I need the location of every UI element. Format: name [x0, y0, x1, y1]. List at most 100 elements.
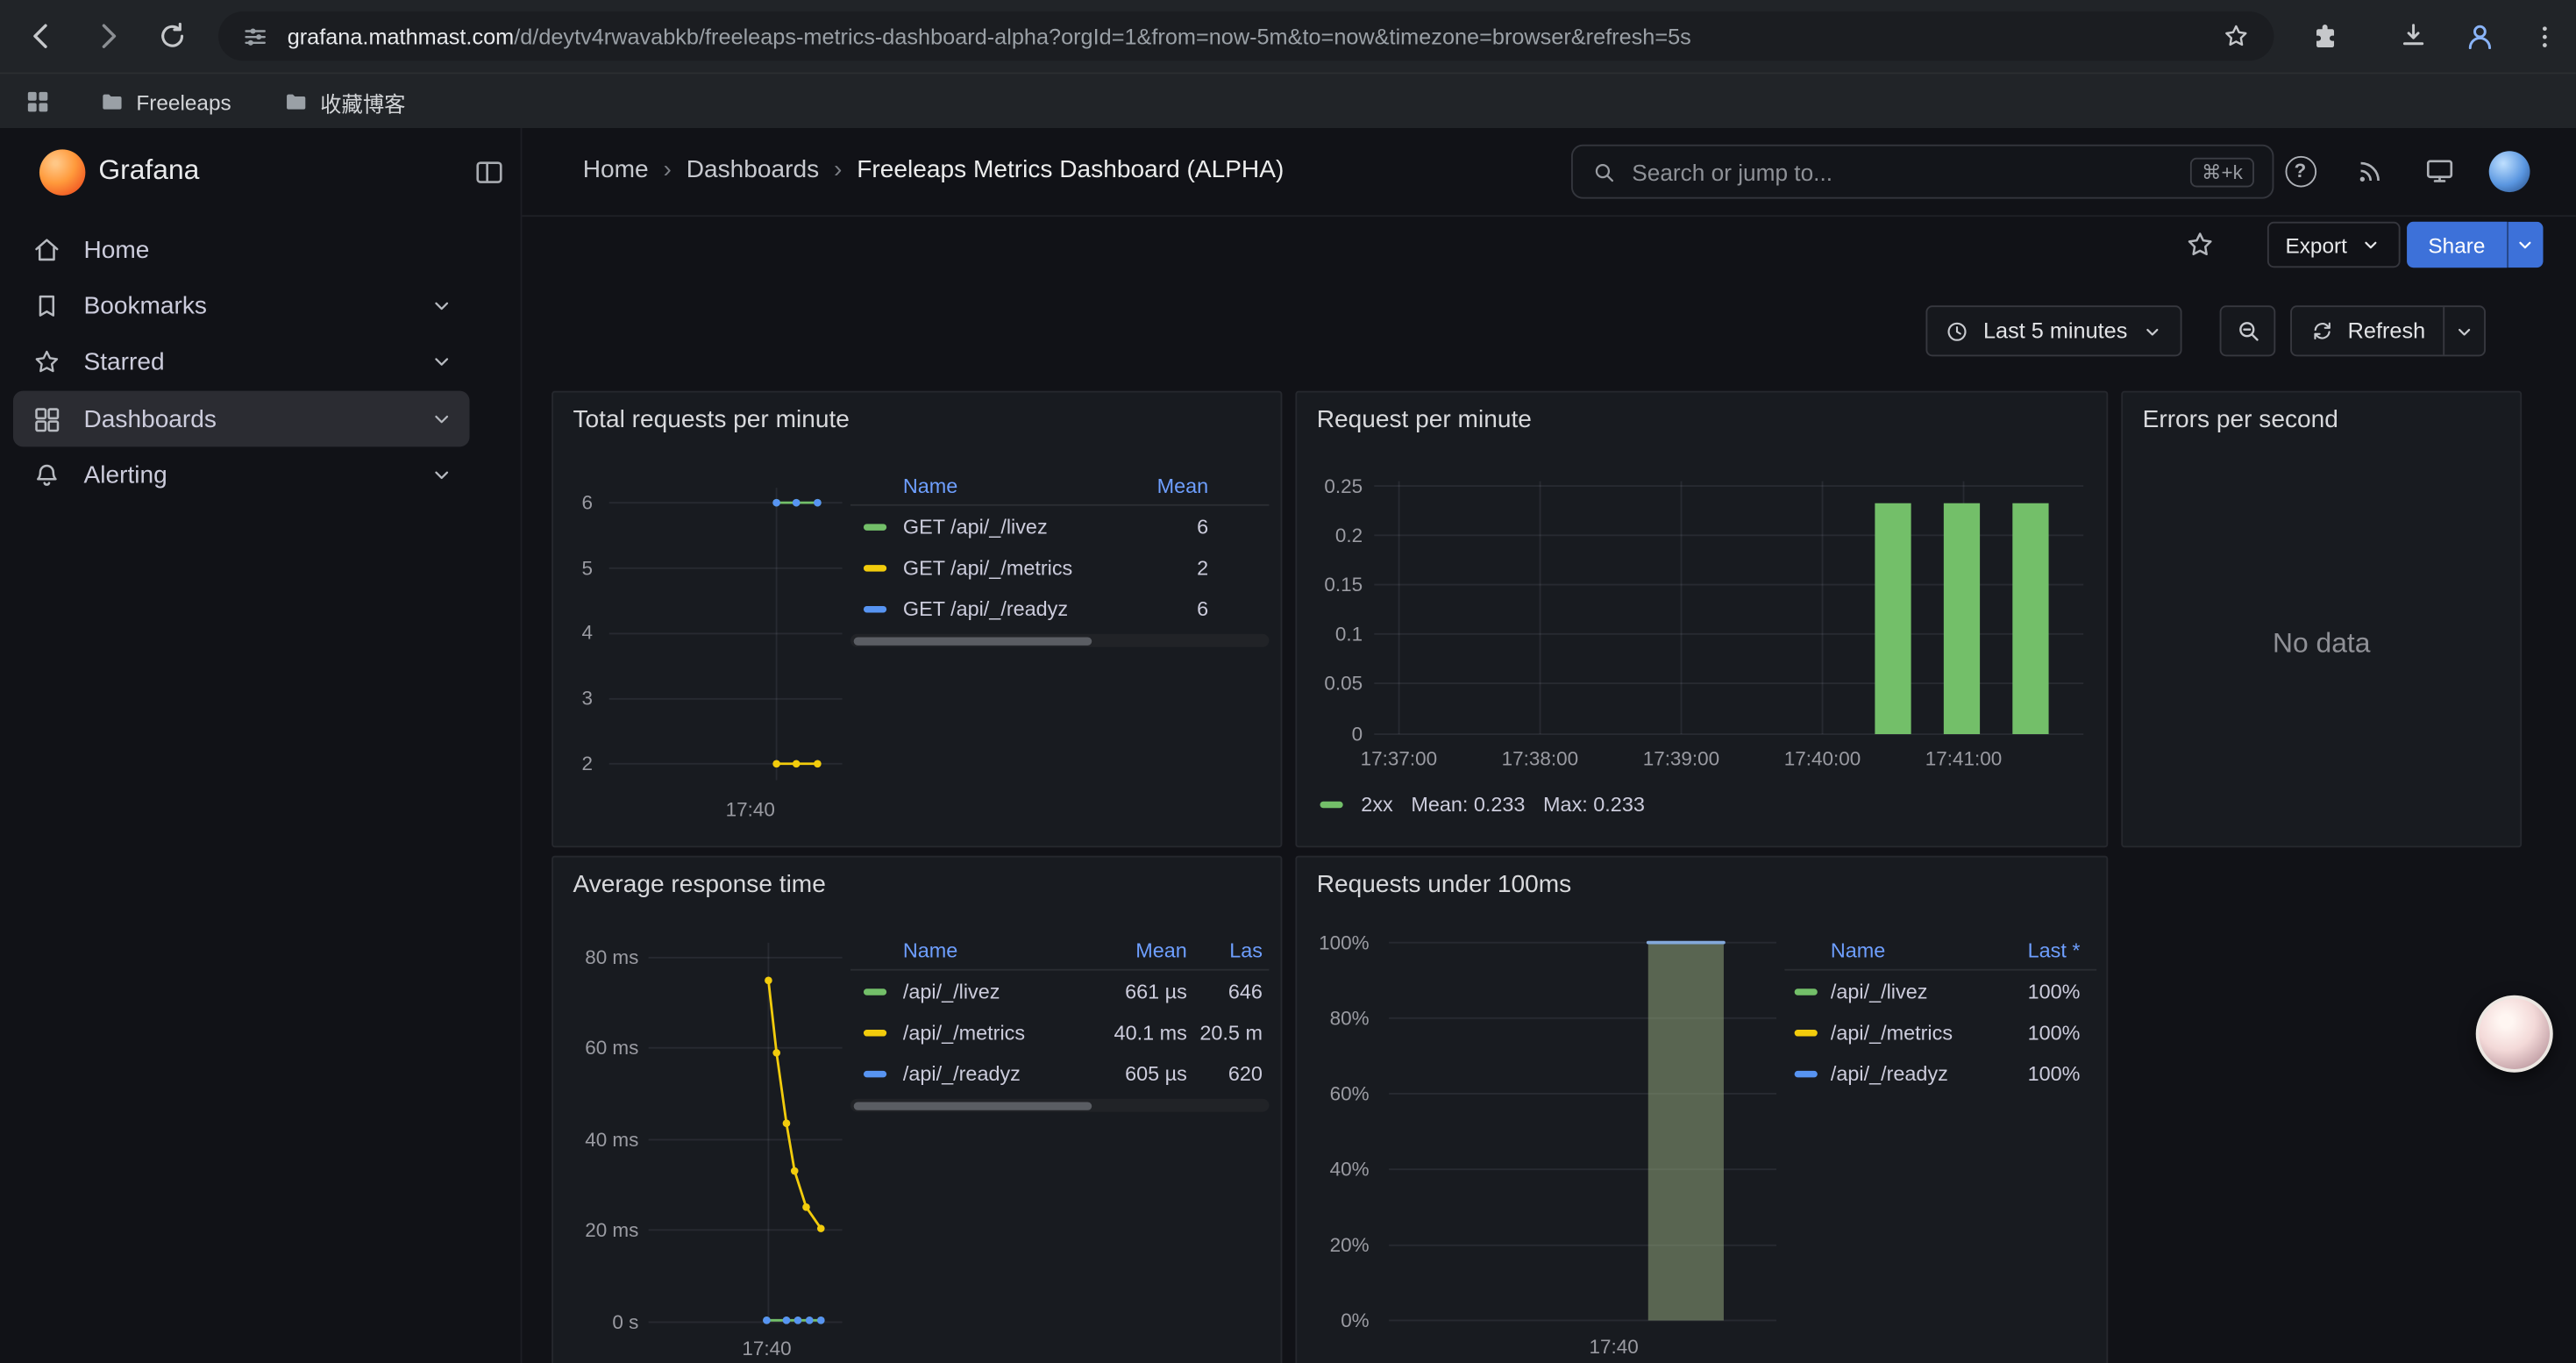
- legend-header-mean[interactable]: Mean: [1114, 475, 1209, 497]
- refresh-interval-caret[interactable]: [2445, 307, 2485, 354]
- site-info-icon[interactable]: [241, 22, 269, 50]
- bookmark-star-icon[interactable]: [2221, 21, 2251, 51]
- sidebar-collapse-icon[interactable]: [473, 156, 505, 189]
- user-avatar[interactable]: [2489, 151, 2530, 192]
- panel-title[interactable]: Request per minute: [1317, 406, 1532, 434]
- series-label[interactable]: /api/_/livez: [903, 980, 1092, 1003]
- x-axis-tick: 17:38:00: [1483, 747, 1598, 770]
- series-label[interactable]: GET /api/_/livez: [903, 515, 1114, 538]
- breadcrumb-dashboards[interactable]: Dashboards: [687, 156, 819, 184]
- no-data-message: No data: [2123, 442, 2520, 846]
- bar-chart[interactable]: [1389, 933, 1776, 1321]
- legend-header-last[interactable]: Las: [1187, 939, 1263, 962]
- legend-header-mean[interactable]: Mean: [1092, 939, 1187, 962]
- url-bar[interactable]: grafana.mathmast.com/d/deytv4rwavabkb/fr…: [218, 11, 2274, 61]
- scrollbar-thumb[interactable]: [854, 637, 1092, 645]
- legend-header-last[interactable]: Last *: [1989, 939, 2081, 962]
- series-label[interactable]: 2xx: [1361, 793, 1392, 816]
- series-mean: 6: [1114, 597, 1209, 620]
- share-menu-caret[interactable]: [2507, 222, 2543, 268]
- favorite-star-icon[interactable]: [2183, 228, 2216, 260]
- sidebar-item-dashboards[interactable]: Dashboards: [13, 391, 470, 447]
- panel-title[interactable]: Requests under 100ms: [1317, 870, 1571, 898]
- legend-header-name[interactable]: Name: [903, 939, 1092, 962]
- legend-row: /api/_/metrics 40.1 ms 20.5 m: [850, 1011, 1269, 1053]
- extensions-icon[interactable]: [2305, 17, 2345, 56]
- sidebar-item-bookmarks[interactable]: Bookmarks: [13, 277, 470, 333]
- series-label[interactable]: /api/_/metrics: [903, 1021, 1092, 1044]
- legend-header: Name Mean Las: [850, 933, 1269, 971]
- bell-icon: [32, 459, 63, 490]
- reload-button[interactable]: [153, 17, 192, 56]
- series-label[interactable]: /api/_/livez: [1831, 980, 1989, 1003]
- chevron-down-icon[interactable]: [429, 292, 455, 318]
- panel-title[interactable]: Errors per second: [2143, 406, 2338, 434]
- bookmark-folder-blogs[interactable]: 收藏博客: [282, 85, 405, 118]
- series-last: 646: [1187, 980, 1263, 1003]
- series-label[interactable]: /api/_/readyz: [1831, 1062, 1989, 1085]
- series-swatch: [1795, 1070, 1818, 1076]
- time-range-picker[interactable]: Last 5 minutes: [1925, 305, 2181, 356]
- sidebar-item-label: Bookmarks: [83, 291, 206, 319]
- url-text: grafana.mathmast.com/d/deytv4rwavabkb/fr…: [288, 24, 2209, 48]
- x-axis-tick: 17:39:00: [1624, 747, 1739, 770]
- profile-icon[interactable]: [2459, 17, 2499, 56]
- grafana-logo[interactable]: [39, 149, 85, 195]
- breadcrumb-home[interactable]: Home: [583, 156, 649, 184]
- brand-name: Grafana: [98, 154, 199, 187]
- clock-icon: [1944, 318, 1970, 344]
- legend-header-name[interactable]: Name: [1831, 939, 1989, 962]
- legend-header-name[interactable]: Name: [903, 475, 1114, 497]
- x-axis-tick: 17:40: [701, 798, 800, 821]
- help-icon[interactable]: ?: [2282, 153, 2318, 189]
- refresh-button[interactable]: Refresh: [2292, 318, 2444, 343]
- screen: grafana.mathmast.com/d/deytv4rwavabkb/fr…: [0, 0, 2576, 1363]
- export-button[interactable]: Export: [2267, 222, 2400, 268]
- y-axis-tick: 0.05: [1297, 672, 1363, 695]
- y-axis-tick: 0 s: [553, 1310, 638, 1333]
- y-axis-tick: 60%: [1297, 1082, 1369, 1105]
- panel-request-per-minute: Request per minute 0.25 0.2 0.15 0.1 0.0…: [1295, 391, 2108, 848]
- dashboards-icon: [32, 403, 63, 435]
- legend-table: Name Last * /api/_/livez 100% /api/_/met…: [1784, 933, 2096, 1095]
- monitor-icon[interactable]: [2422, 153, 2458, 189]
- bookmarks-bar: Freeleaps 收藏博客: [0, 72, 2576, 128]
- chevron-down-icon[interactable]: [429, 461, 455, 488]
- zoom-out-button[interactable]: [2220, 305, 2276, 356]
- scrollbar-thumb[interactable]: [854, 1102, 1092, 1110]
- sidebar-item-home[interactable]: Home: [13, 222, 470, 278]
- time-range-label: Last 5 minutes: [1983, 318, 2127, 343]
- bookmark-folder-freeleaps[interactable]: Freeleaps: [98, 85, 231, 118]
- series-label[interactable]: GET /api/_/metrics: [903, 556, 1114, 579]
- forward-button[interactable]: [89, 17, 128, 56]
- series-mean: 6: [1114, 515, 1209, 538]
- browser-menu-icon[interactable]: [2530, 17, 2560, 56]
- rss-icon[interactable]: [2351, 153, 2387, 189]
- series-mean: 605 µs: [1092, 1062, 1187, 1085]
- chevron-down-icon: [2140, 319, 2163, 342]
- apps-grid-icon[interactable]: [23, 87, 53, 117]
- series-label[interactable]: /api/_/readyz: [903, 1062, 1092, 1085]
- sidebar-item-alerting[interactable]: Alerting: [13, 446, 470, 503]
- panel-title[interactable]: Average response time: [573, 870, 826, 898]
- back-button[interactable]: [21, 17, 60, 56]
- bar-chart[interactable]: [1374, 482, 2083, 734]
- legend-row: GET /api/_/readyz 6: [850, 588, 1269, 629]
- legend-row: /api/_/readyz 605 µs 620: [850, 1053, 1269, 1094]
- chevron-down-icon[interactable]: [429, 348, 455, 375]
- time-series-chart[interactable]: [609, 488, 843, 780]
- sidebar-item-label: Home: [83, 236, 149, 264]
- search-input[interactable]: Search or jump to... ⌘+k: [1571, 145, 2274, 199]
- sidebar-item-starred[interactable]: Starred: [13, 333, 470, 389]
- panel-title[interactable]: Total requests per minute: [573, 406, 850, 434]
- downloads-icon[interactable]: [2394, 17, 2433, 56]
- series-label[interactable]: /api/_/metrics: [1831, 1021, 1989, 1044]
- y-axis-tick: 40 ms: [553, 1128, 638, 1151]
- breadcrumb-separator: ›: [834, 156, 842, 184]
- legend-scrollbar: [850, 1099, 1269, 1112]
- share-button[interactable]: Share: [2407, 222, 2507, 268]
- series-label[interactable]: GET /api/_/readyz: [903, 597, 1114, 620]
- assistant-avatar-bubble[interactable]: [2476, 995, 2553, 1073]
- time-series-chart[interactable]: [649, 943, 843, 1324]
- chevron-down-icon[interactable]: [429, 406, 455, 432]
